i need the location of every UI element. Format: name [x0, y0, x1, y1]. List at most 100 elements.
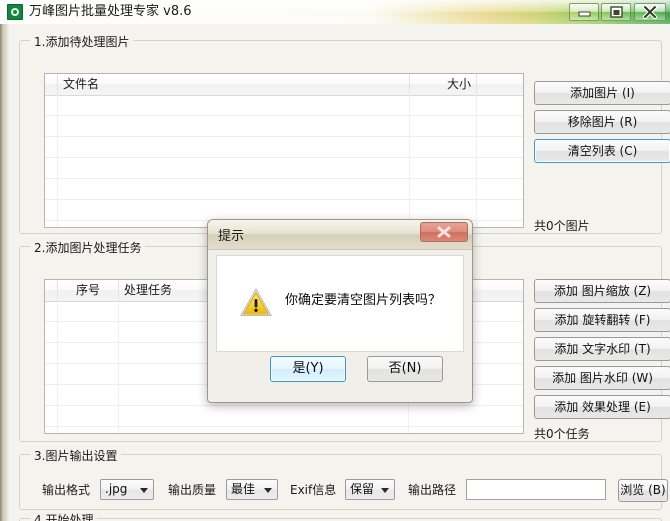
- dialog-close-button[interactable]: [420, 222, 468, 242]
- table-row[interactable]: [45, 116, 523, 137]
- table-cell: [410, 137, 477, 157]
- table-cell: [58, 95, 410, 115]
- table-cell: [58, 385, 119, 405]
- output-path-label: 输出路径: [408, 483, 457, 497]
- table-row[interactable]: [45, 179, 523, 200]
- remove-image-button[interactable]: 移除图片 (R): [534, 110, 670, 134]
- application-window: 万峰图片批量处理专家 v8.6 1.添加待处理图片 文件名 大小 添加图片 (I…: [0, 0, 670, 521]
- chevron-down-icon: [381, 488, 389, 493]
- table-cell: [45, 322, 58, 342]
- table-cell: [119, 406, 409, 426]
- add-resize-task-button[interactable]: 添加 图片缩放 (Z): [534, 279, 670, 303]
- task-list-col-check[interactable]: [45, 280, 58, 301]
- table-cell: [45, 364, 58, 384]
- window-title: 万峰图片批量处理专家 v8.6: [29, 4, 192, 19]
- table-cell: [45, 116, 58, 136]
- dialog-yes-button[interactable]: 是(Y): [270, 356, 346, 382]
- table-cell: [58, 158, 410, 178]
- dialog-title: 提示: [218, 229, 245, 244]
- browse-button[interactable]: 浏览 (B): [618, 479, 668, 502]
- table-cell: [58, 301, 119, 321]
- table-cell: [45, 221, 58, 227]
- table-row[interactable]: [45, 427, 523, 433]
- group1-title: 1.添加待处理图片: [30, 33, 134, 50]
- table-cell: [410, 158, 477, 178]
- table-cell: [409, 406, 523, 426]
- minimize-icon: [578, 11, 591, 17]
- add-image-button[interactable]: 添加图片 (I): [534, 81, 670, 105]
- task-list-col-index[interactable]: 序号: [58, 280, 119, 301]
- task-count-status: 共0个任务: [534, 427, 590, 441]
- table-cell: [45, 406, 58, 426]
- table-row[interactable]: [45, 95, 523, 116]
- table-cell: [119, 427, 409, 433]
- output-quality-select[interactable]: 最佳: [226, 479, 278, 500]
- close-icon: [642, 4, 658, 20]
- table-row[interactable]: [45, 158, 523, 179]
- output-format-select[interactable]: .jpg: [100, 479, 154, 500]
- add-image-watermark-task-button[interactable]: 添加 图片水印 (W): [534, 366, 670, 390]
- table-cell: [45, 137, 58, 157]
- table-cell: [410, 179, 477, 199]
- table-cell: [58, 200, 410, 220]
- dialog-title-bar: 提示: [208, 220, 472, 250]
- table-row[interactable]: [45, 406, 523, 427]
- table-cell: [477, 200, 523, 220]
- table-cell: [45, 200, 58, 220]
- image-list-body[interactable]: [45, 95, 523, 227]
- dialog-message: 你确定要清空图片列表吗？: [285, 293, 442, 308]
- minimize-button[interactable]: [569, 3, 599, 21]
- table-cell: [58, 364, 119, 384]
- image-list-col-check[interactable]: [45, 74, 58, 95]
- image-count-status: 共0个图片: [534, 219, 590, 233]
- table-cell: [58, 179, 410, 199]
- exif-info-select[interactable]: 保留: [345, 479, 395, 500]
- table-cell: [477, 95, 523, 115]
- maximize-button[interactable]: [601, 3, 631, 21]
- table-cell: [45, 158, 58, 178]
- table-row[interactable]: [45, 200, 523, 221]
- table-cell: [477, 116, 523, 136]
- add-text-watermark-task-button[interactable]: 添加 文字水印 (T): [534, 337, 670, 361]
- title-bar: 万峰图片批量处理专家 v8.6: [0, 0, 670, 24]
- image-list[interactable]: 文件名 大小: [44, 73, 524, 228]
- table-cell: [45, 301, 58, 321]
- dialog-body: 你确定要清空图片列表吗？: [216, 255, 464, 352]
- image-list-col-filename[interactable]: 文件名: [58, 74, 410, 95]
- table-cell: [477, 221, 523, 227]
- clear-list-button[interactable]: 清空列表 (C): [534, 139, 670, 163]
- group4-title: 4.开始处理: [30, 511, 98, 521]
- exif-info-value: 保留: [350, 482, 375, 496]
- image-list-col-size[interactable]: 大小: [410, 74, 477, 95]
- table-cell: [58, 116, 410, 136]
- table-cell: [477, 158, 523, 178]
- add-rotate-task-button[interactable]: 添加 旋转翻转 (F): [534, 308, 670, 332]
- table-cell: [58, 343, 119, 363]
- table-cell: [58, 406, 119, 426]
- table-cell: [477, 137, 523, 157]
- dialog-no-button[interactable]: 否(N): [367, 356, 443, 382]
- table-cell: [410, 116, 477, 136]
- table-cell: [58, 322, 119, 342]
- group3-title: 3.图片输出设置: [30, 447, 122, 464]
- table-cell: [45, 385, 58, 405]
- table-cell: [45, 95, 58, 115]
- output-path-input[interactable]: [466, 479, 606, 500]
- add-effects-task-button[interactable]: 添加 效果处理 (E): [534, 395, 670, 419]
- exif-info-label: Exif信息: [290, 483, 337, 497]
- group-add-images: 1.添加待处理图片 文件名 大小 添加图片 (I) 移除图片 (R) 清空列表 …: [19, 33, 670, 234]
- table-cell: [58, 137, 410, 157]
- output-format-label: 输出格式: [42, 483, 91, 497]
- table-cell: [58, 427, 119, 433]
- group2-title: 2.添加图片处理任务: [30, 239, 146, 256]
- confirm-dialog: 提示 你确定要清空图片列表吗？ 是(Y) 否(N): [207, 219, 473, 403]
- table-cell: [410, 95, 477, 115]
- table-row[interactable]: [45, 137, 523, 158]
- image-list-header: 文件名 大小: [45, 74, 523, 96]
- table-cell: [45, 343, 58, 363]
- table-cell: [410, 200, 477, 220]
- image-list-col-extra[interactable]: [477, 74, 523, 95]
- maximize-icon: [610, 6, 623, 18]
- output-format-value: .jpg: [105, 482, 128, 496]
- close-button[interactable]: [634, 3, 666, 21]
